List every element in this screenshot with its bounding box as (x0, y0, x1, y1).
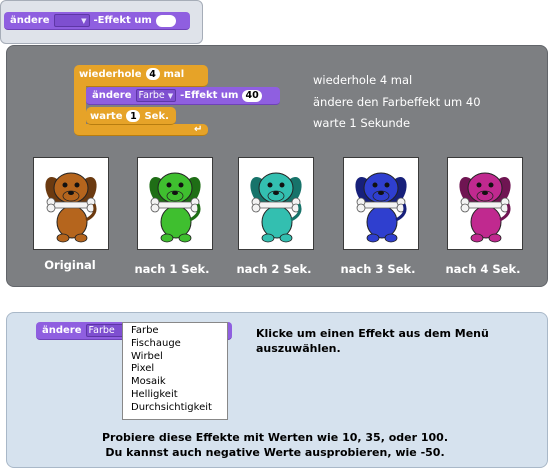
repeat-block-foot (74, 124, 208, 136)
menu-demo-dropdown[interactable]: Farbe (85, 324, 126, 337)
effect-amount-input[interactable] (155, 14, 176, 27)
repeat-label: wiederhole (79, 68, 142, 80)
sprite-frame-0 (33, 157, 109, 250)
frame-caption: Original (44, 258, 96, 272)
wait-row: warte 1 Sek. (90, 108, 169, 124)
menu-demo-label: ändere (42, 325, 82, 336)
color-effect-dropdown[interactable]: Farbe ▼ (135, 89, 177, 102)
tip-line-1: Probiere diese Effekte mit Werten wie 10… (101, 431, 449, 444)
tip-text: Probiere diese Effekte mit Werten wie 10… (60, 430, 490, 460)
color-effect-dropdown-value: Farbe (138, 90, 165, 101)
menu-hint-text: Klicke um einen Effekt aus dem Menü ausz… (256, 327, 489, 355)
tip-line-2: Du kannst auch negative Werte ausprobier… (105, 446, 445, 459)
description-line-1: wiederhole 4 mal (313, 73, 413, 87)
chevron-down-icon: ▼ (167, 91, 174, 100)
effect-menu: Farbe Fischauge Wirbel Pixel Mosaik Hell… (122, 322, 228, 420)
menu-item-fischauge[interactable]: Fischauge (131, 338, 227, 351)
wait-value-input[interactable]: 1 (126, 110, 141, 122)
sprite-frame-3 (343, 157, 419, 250)
repeat-count-input[interactable]: 4 (145, 68, 160, 80)
change-value-input[interactable]: 40 (242, 89, 262, 102)
wait-label: warte (90, 110, 123, 122)
dog-sprite-icon (355, 172, 407, 243)
wait-suffix: Sek. (144, 110, 169, 122)
description-line-2: ändere den Farbeffekt um 40 (313, 95, 481, 109)
change-after-label: -Effekt um (180, 90, 239, 101)
frame-caption: nach 2 Sek. (236, 262, 312, 276)
repeat-row: wiederhole 4 mal (79, 66, 184, 82)
frame-caption: nach 3 Sek. (340, 262, 416, 276)
frame-caption: nach 4 Sek. (445, 262, 521, 276)
menu-item-helligkeit[interactable]: Helligkeit (131, 389, 227, 402)
loop-arrow-icon: ↵ (194, 124, 203, 135)
dog-sprite-icon (149, 172, 201, 243)
chevron-down-icon: ▼ (81, 16, 87, 25)
frame-caption: nach 1 Sek. (134, 262, 210, 276)
dog-sprite-icon (459, 172, 511, 243)
change-label: ändere (92, 90, 132, 101)
description-line-3: warte 1 Sekunde (313, 116, 411, 130)
menu-item-farbe[interactable]: Farbe (131, 325, 227, 338)
menu-item-mosaik[interactable]: Mosaik (131, 376, 227, 389)
change-color-effect-block[interactable]: ändere Farbe ▼ -Effekt um 40 (86, 87, 280, 105)
menu-demo-dropdown-value: Farbe (88, 325, 115, 336)
effect-dropdown[interactable]: ▼ (53, 14, 90, 27)
block-label: ändere (10, 15, 50, 26)
dog-sprite-icon (250, 172, 302, 243)
sprite-frame-2 (238, 157, 314, 250)
menu-item-pixel[interactable]: Pixel (131, 363, 227, 376)
menu-item-wirbel[interactable]: Wirbel (131, 351, 227, 364)
repeat-suffix: mal (163, 68, 185, 80)
block-label-after: -Effekt um (93, 15, 152, 26)
menu-item-durchsichtigkeit[interactable]: Durchsichtigkeit (131, 402, 227, 415)
dog-sprite-icon (45, 172, 97, 243)
sprite-frame-1 (137, 157, 213, 250)
sprite-frame-4 (447, 157, 523, 250)
change-effect-block[interactable]: ändere ▼ -Effekt um (4, 12, 190, 30)
